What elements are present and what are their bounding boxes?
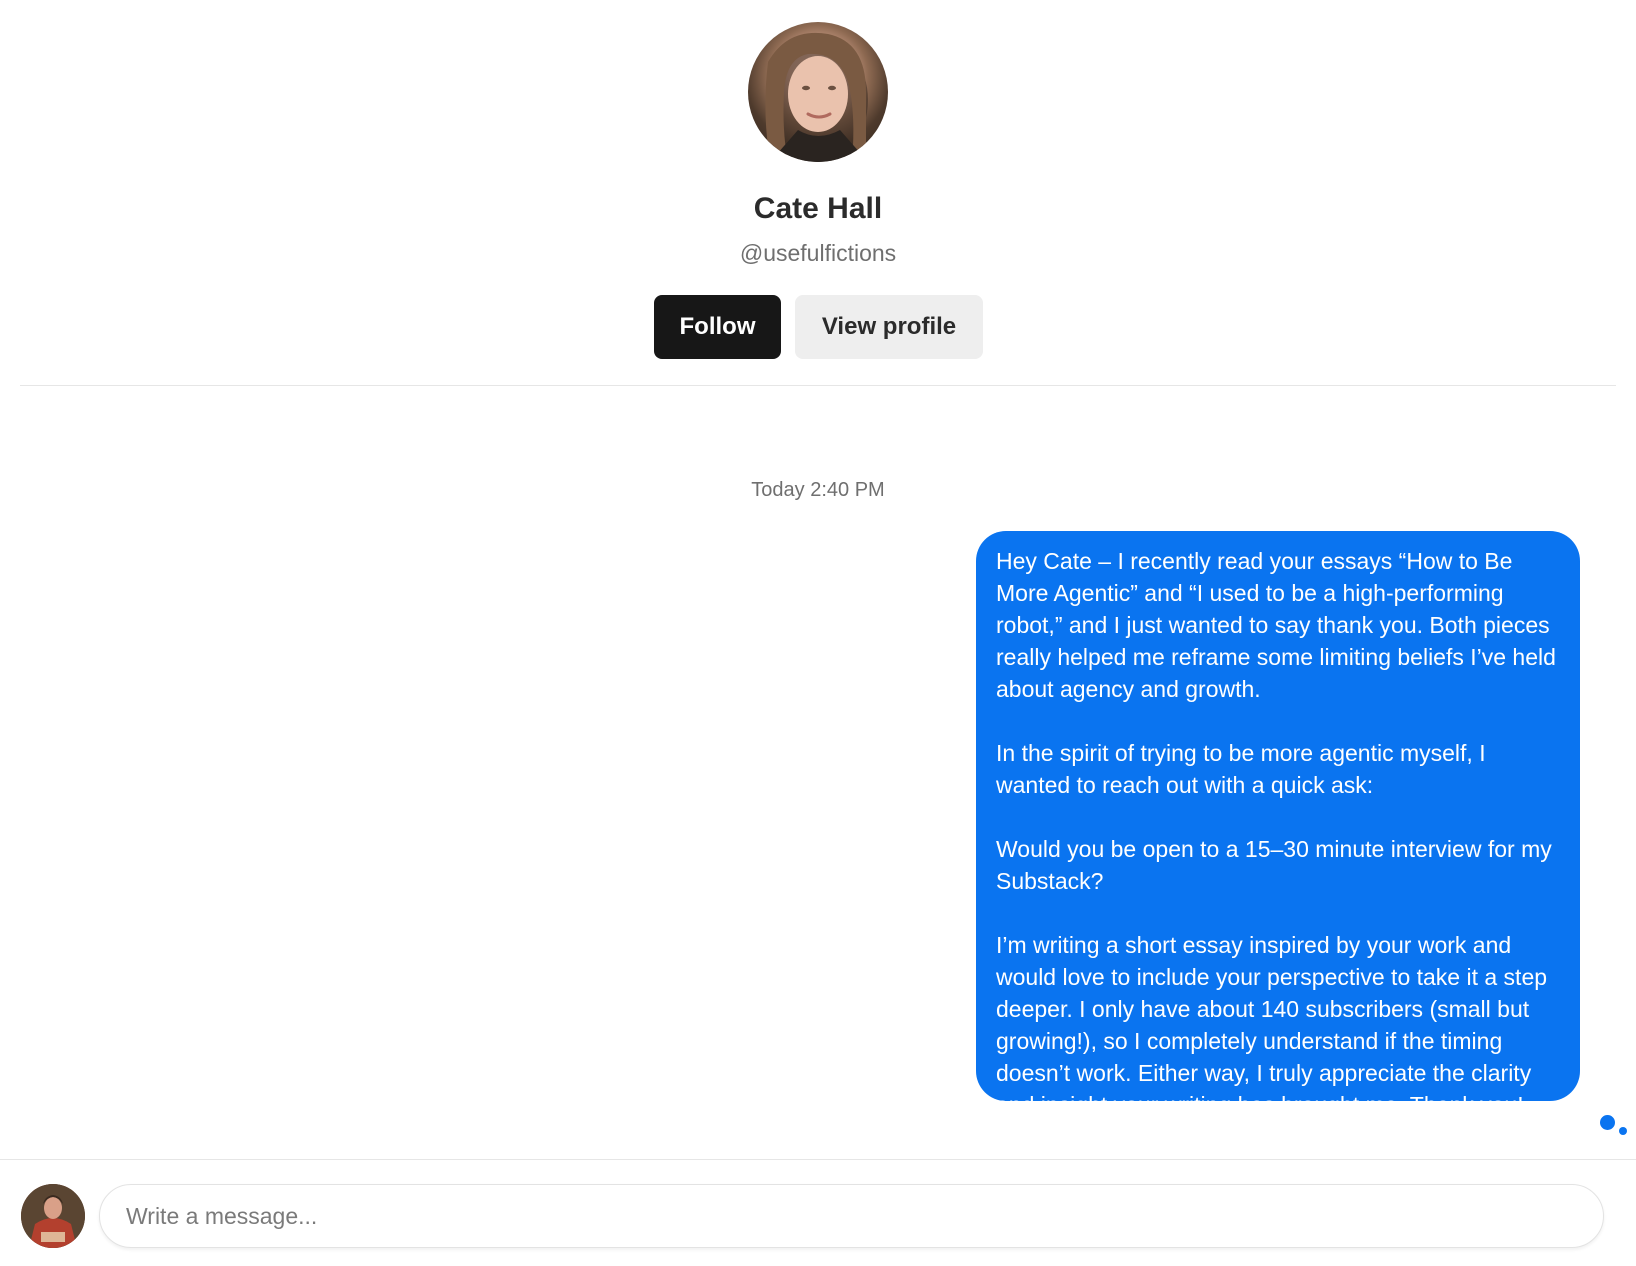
profile-handle: @usefulfictions xyxy=(739,240,897,266)
message-timestamp: Today 2:40 PM xyxy=(751,479,885,501)
message-paragraph: In the spirit of trying to be more agent… xyxy=(996,740,1486,798)
message-input-container[interactable] xyxy=(99,1184,1604,1248)
message-paragraph: Would you be open to a 15–30 minute inte… xyxy=(996,836,1552,894)
message-input[interactable] xyxy=(100,1185,1603,1247)
bubble-tail-dot xyxy=(1619,1127,1627,1135)
bubble-tail xyxy=(1600,1115,1615,1130)
composer-divider xyxy=(0,1159,1636,1160)
view-profile-button[interactable]: View profile xyxy=(795,295,983,359)
profile-name: Cate Hall xyxy=(753,192,883,225)
message-paragraph: I’m writing a short essay inspired by yo… xyxy=(996,932,1548,1118)
profile-photo-icon xyxy=(765,32,868,162)
profile-avatar[interactable] xyxy=(748,22,888,162)
user-photo-icon xyxy=(21,1184,85,1248)
message-paragraph: Hey Cate – I recently read your essays “… xyxy=(996,548,1556,702)
follow-button[interactable]: Follow xyxy=(654,295,781,359)
outgoing-message-bubble: Hey Cate – I recently read your essays “… xyxy=(976,531,1580,1118)
current-user-avatar xyxy=(21,1184,85,1248)
header-divider xyxy=(20,385,1616,386)
